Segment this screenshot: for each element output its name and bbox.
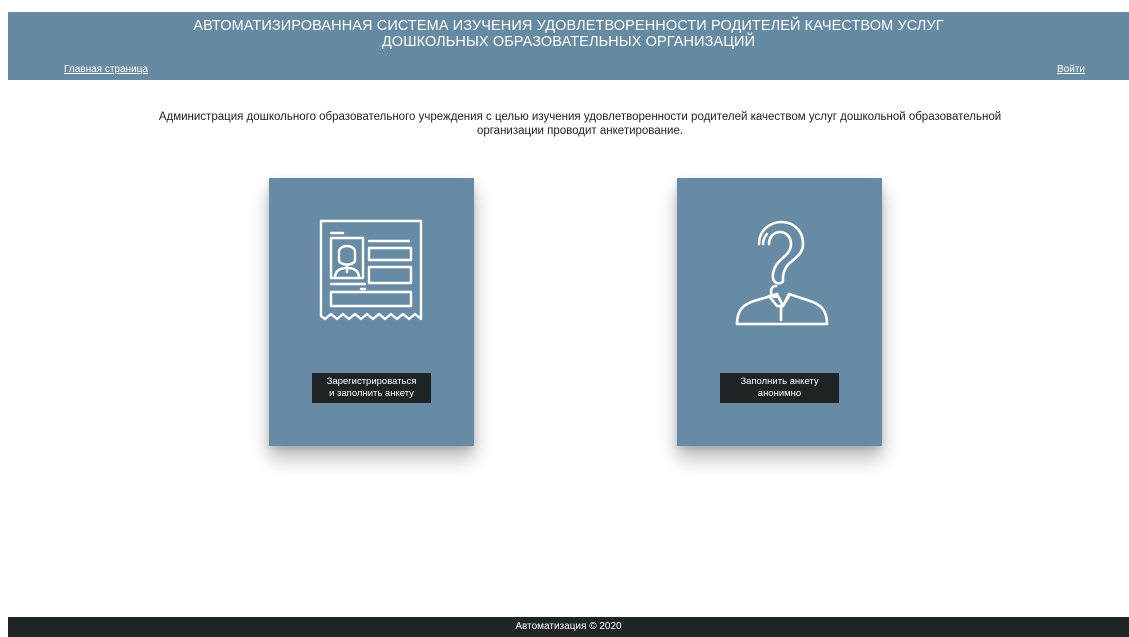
home-link[interactable]: Главная страница <box>64 64 148 75</box>
site-header: АВТОМАТИЗИРОВАННАЯ СИСТЕМА ИЗУЧЕНИЯ УДОВ… <box>8 12 1129 80</box>
site-title: АВТОМАТИЗИРОВАННАЯ СИСТЕМА ИЗУЧЕНИЯ УДОВ… <box>8 18 1129 50</box>
intro-line1: Администрация дошкольного образовательно… <box>158 111 1002 123</box>
register-button-line2: и заполнить анкету <box>329 388 414 399</box>
login-link[interactable]: Войти <box>1057 64 1085 75</box>
intro-text: Администрация дошкольного образовательно… <box>80 110 1080 138</box>
anonymous-card[interactable]: Заполнить анкету анонимно <box>677 178 882 446</box>
site-title-line1: АВТОМАТИЗИРОВАННАЯ СИСТЕМА ИЗУЧЕНИЯ УДОВ… <box>193 18 944 34</box>
footer-text: Автоматизация © 2020 <box>515 621 622 632</box>
register-and-fill-button[interactable]: Зарегистрироваться и заполнить анкету <box>312 373 431 403</box>
register-button-line1: Зарегистрироваться <box>326 376 417 387</box>
anonymous-button-line2: анонимно <box>757 388 802 399</box>
site-title-line2: ДОШКОЛЬНЫХ ОБРАЗОВАТЕЛЬНЫХ ОРГАНИЗАЦИЙ <box>381 34 756 50</box>
anonymous-fill-button[interactable]: Заполнить анкету анонимно <box>720 373 839 403</box>
question-person-icon <box>735 220 829 326</box>
anonymous-button-line1: Заполнить анкету <box>740 376 819 387</box>
register-card[interactable]: Зарегистрироваться и заполнить анкету <box>269 178 474 446</box>
intro-line2: организации проводит анкетирование. <box>476 125 684 137</box>
id-card-icon <box>319 219 423 321</box>
site-footer: Автоматизация © 2020 <box>8 617 1129 637</box>
